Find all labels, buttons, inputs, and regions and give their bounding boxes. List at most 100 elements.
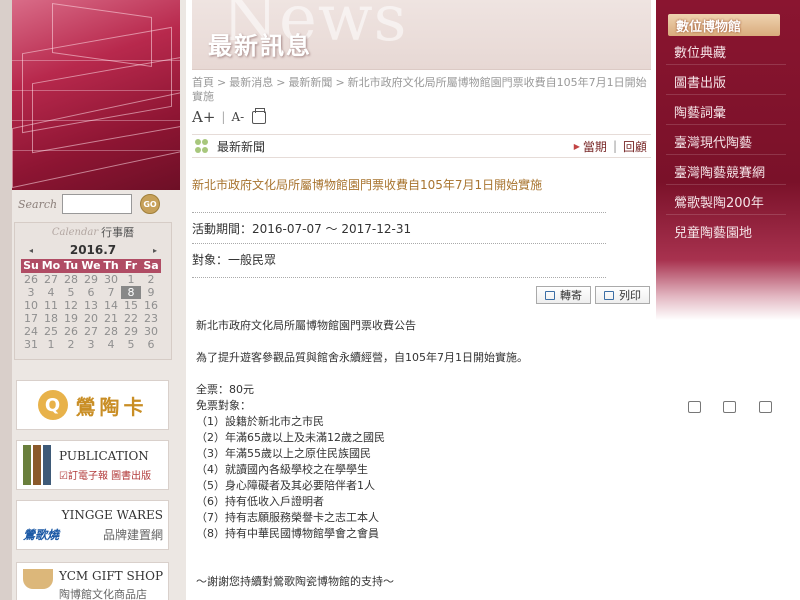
calendar-day[interactable]: 8 — [121, 286, 141, 299]
font-smaller-button[interactable]: A- — [231, 110, 244, 124]
body-line: （2）年滿65歲以上及未滿12歲之國民 — [196, 431, 385, 444]
calendar-day[interactable]: 6 — [141, 338, 161, 351]
calendar-day[interactable]: 19 — [61, 312, 81, 325]
body-line — [196, 334, 636, 350]
print-button[interactable]: 列印 — [595, 286, 650, 304]
publication-banner[interactable]: PUBLICATION ☑訂電子報 圖書出版 — [16, 440, 169, 490]
breadcrumb-separator: > — [335, 76, 345, 89]
prev-month-icon[interactable]: ◂ — [29, 246, 33, 255]
body-line: （8）持有中華民國博物館學會之會員 — [196, 527, 379, 540]
mail-icon[interactable] — [723, 401, 736, 413]
nav-item-glossary[interactable]: 陶藝詞彙 — [674, 102, 726, 121]
review-link[interactable]: 回顧 — [623, 138, 647, 155]
calendar-dow: Mo — [41, 259, 61, 273]
calendar-day[interactable]: 30 — [141, 325, 161, 338]
calendar-day[interactable]: 30 — [101, 273, 121, 286]
calendar-day[interactable]: 18 — [41, 312, 61, 325]
calendar-day[interactable]: 5 — [61, 286, 81, 299]
calendar-day[interactable]: 15 — [121, 299, 141, 312]
calendar-day[interactable]: 11 — [41, 299, 61, 312]
next-month-icon[interactable]: ▸ — [153, 246, 157, 255]
calendar-day[interactable]: 29 — [121, 325, 141, 338]
body-line: （3）年滿55歲以上之原住民族國民 — [196, 447, 371, 460]
breadcrumb-separator: > — [276, 76, 286, 89]
sitemap-icon[interactable] — [759, 401, 772, 413]
calendar-day[interactable]: 26 — [61, 325, 81, 338]
calendar-day[interactable]: 20 — [81, 312, 101, 325]
calendar-day[interactable]: 21 — [101, 312, 121, 325]
calendar-day[interactable]: 26 — [21, 273, 41, 286]
search-go-button[interactable]: GO — [140, 194, 160, 214]
calendar-day[interactable]: 24 — [21, 325, 41, 338]
calendar-day[interactable]: 14 — [101, 299, 121, 312]
yingtao-card-banner[interactable]: Q 鶯陶卡 — [16, 380, 169, 430]
left-edge — [0, 0, 12, 600]
calendar: Calendar 行事曆 ◂ 2016.7 ▸ Su Mo Tu We Th Fr Sa 26… — [14, 222, 172, 360]
article-title: 新北市政府文化局所屬博物館園門票收費自105年7月1日開始實施 — [192, 178, 543, 192]
calendar-day[interactable]: 25 — [41, 325, 61, 338]
publication-subtitle: ☑訂電子報 圖書出版 — [59, 470, 152, 482]
calendar-dow: We — [81, 259, 101, 273]
nav-item-kids[interactable]: 兒童陶藝園地 — [674, 222, 752, 241]
nav-item-digital-archive[interactable]: 數位典藏 — [674, 42, 726, 61]
calendar-day[interactable]: 3 — [81, 338, 101, 351]
calendar-day[interactable]: 1 — [121, 273, 141, 286]
calendar-day[interactable]: 27 — [41, 273, 61, 286]
calendar-dow: Tu — [61, 259, 81, 273]
calendar-day[interactable]: 2 — [61, 338, 81, 351]
calendar-day[interactable]: 6 — [81, 286, 101, 299]
gift-shop-banner[interactable]: YCM GIFT SHOP 陶博館文化商品店 — [16, 562, 169, 600]
printer-icon[interactable] — [252, 107, 267, 124]
calendar-day[interactable]: 16 — [141, 299, 161, 312]
calendar-day[interactable]: 17 — [21, 312, 41, 325]
header-banner: News 最新訊息 — [192, 0, 651, 70]
home-icon[interactable] — [688, 401, 701, 413]
calendar-day[interactable]: 3 — [21, 286, 41, 299]
calendar-day[interactable]: 5 — [121, 338, 141, 351]
nav-item-competition[interactable]: 臺灣陶藝競賽網 — [674, 162, 765, 181]
body-line: ～謝謝您持續對鶯歌陶瓷博物館的支持～ — [196, 575, 394, 588]
calendar-day[interactable]: 27 — [81, 325, 101, 338]
yingge-wares-banner[interactable]: YINGGE WARES 鶯歌燒 品牌建置網 — [16, 500, 169, 550]
calendar-day[interactable]: 23 — [141, 312, 161, 325]
share-button[interactable]: 轉寄 — [536, 286, 591, 304]
triangle-icon: ▶ — [573, 141, 580, 151]
calendar-day[interactable]: 28 — [101, 325, 121, 338]
card-label: 鶯陶卡 — [75, 394, 148, 419]
nav-item-publications[interactable]: 圖書出版 — [674, 72, 726, 91]
calendar-day[interactable]: 10 — [21, 299, 41, 312]
calendar-day[interactable]: 13 — [81, 299, 101, 312]
calendar-day[interactable]: 29 — [81, 273, 101, 286]
calendar-day[interactable]: 4 — [101, 338, 121, 351]
calendar-dow: Fr — [121, 259, 141, 273]
calendar-day[interactable]: 31 — [21, 338, 41, 351]
nav-item-yingge-200[interactable]: 鶯歌製陶200年 — [674, 192, 764, 211]
font-larger-button[interactable]: A+ — [192, 108, 215, 126]
calendar-day[interactable]: 9 — [141, 286, 161, 299]
current-link[interactable]: 當期 — [583, 138, 607, 155]
calendar-day[interactable]: 1 — [41, 338, 61, 351]
calendar-dow: Su — [21, 259, 41, 273]
body-line: 免票對象： — [196, 399, 251, 412]
page-title: 最新訊息 — [208, 32, 312, 60]
calendar-day[interactable]: 28 — [61, 273, 81, 286]
breadcrumb-news[interactable]: 最新消息 — [229, 76, 273, 89]
calendar-day[interactable]: 4 — [41, 286, 61, 299]
calendar-grid: Su Mo Tu We Th Fr Sa 26 27 28 29 30 1 2 3 4 5 6 7 8 9 10 11 12 1… — [21, 259, 171, 351]
nav-heading: 數位博物館 — [668, 14, 780, 36]
museum-building-image — [12, 0, 180, 190]
calendar-day[interactable]: 12 — [61, 299, 81, 312]
glass-stripe — [12, 150, 180, 151]
nav-item-modern-ceramics[interactable]: 臺灣現代陶藝 — [674, 132, 752, 151]
body-line: （4）就讀國內各級學校之在學學生 — [196, 463, 368, 476]
calendar-day[interactable]: 7 — [101, 286, 121, 299]
breadcrumb-home[interactable]: 首頁 — [192, 76, 214, 89]
calendar-day[interactable]: 22 — [121, 312, 141, 325]
breadcrumb-latest[interactable]: 最新新聞 — [288, 76, 332, 89]
search-input[interactable] — [62, 194, 132, 214]
calendar-label-zh: 行事曆 — [101, 226, 135, 239]
nav-separator — [666, 94, 786, 95]
event-period: 活動期間：2016-07-07 ～ 2017-12-31 — [192, 222, 412, 236]
body-line — [196, 542, 636, 558]
calendar-day[interactable]: 2 — [141, 273, 161, 286]
